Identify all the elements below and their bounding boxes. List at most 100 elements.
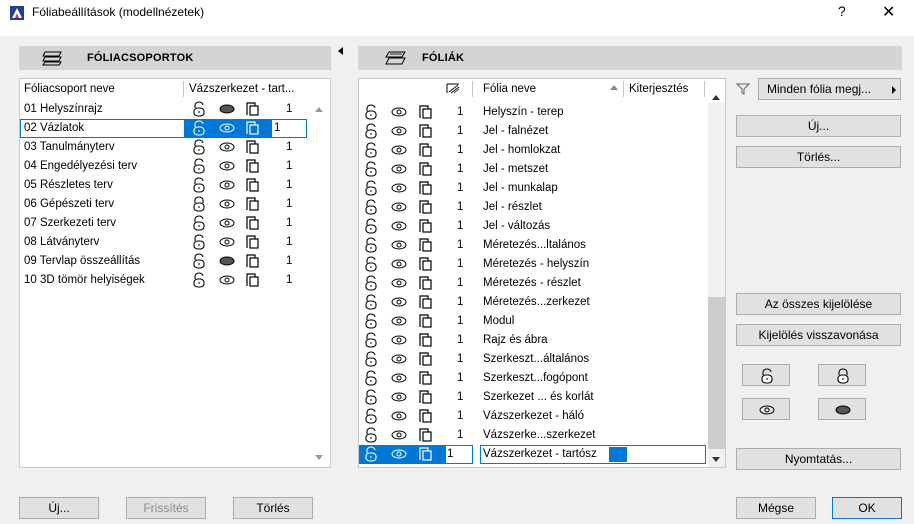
- unlock-icon[interactable]: [364, 408, 378, 424]
- print-button[interactable]: Nyomtatás...: [736, 448, 901, 470]
- eye-icon[interactable]: [391, 314, 407, 328]
- eye-icon[interactable]: [219, 178, 235, 192]
- unlock-icon[interactable]: [364, 104, 378, 120]
- layer-document-icon[interactable]: [419, 371, 433, 385]
- cancel-button[interactable]: Mégse: [736, 497, 816, 519]
- ok-button[interactable]: OK: [832, 497, 902, 519]
- unlock-icon[interactable]: [364, 313, 378, 329]
- eye-icon[interactable]: [391, 257, 407, 271]
- new-combination-button[interactable]: Új...: [19, 497, 99, 519]
- layer-document-icon[interactable]: [246, 178, 260, 192]
- layer-document-icon[interactable]: [246, 197, 260, 211]
- layer-document-icon[interactable]: [246, 102, 260, 116]
- unlock-icon[interactable]: [364, 237, 378, 253]
- layers-list[interactable]: Fólia neve Kiterjesztés 1 Helyszín - tere…: [358, 78, 726, 468]
- layer-document-icon[interactable]: [246, 140, 260, 154]
- deselect-all-button[interactable]: Kijelölés visszavonása: [736, 324, 901, 346]
- close-button[interactable]: ✕: [882, 2, 895, 22]
- scroll-up-icon[interactable]: [315, 107, 323, 112]
- unlock-all-button[interactable]: [742, 364, 790, 386]
- scroll-down-icon[interactable]: [712, 457, 720, 462]
- lock-all-button[interactable]: [818, 364, 866, 386]
- eye-icon[interactable]: [219, 140, 235, 154]
- unlock-icon[interactable]: [364, 446, 378, 462]
- hide-all-button[interactable]: [818, 398, 866, 420]
- unlock-icon[interactable]: [364, 427, 378, 443]
- layer-document-icon[interactable]: [419, 181, 433, 195]
- layers-scrollbar-thumb[interactable]: [708, 297, 725, 449]
- eye-icon[interactable]: [391, 428, 407, 442]
- layer-row[interactable]: 1 Jel - falnézet: [359, 122, 707, 141]
- layer-row[interactable]: 1 Szerkeszt...általános: [359, 350, 707, 369]
- delete-layer-button[interactable]: Törlés...: [736, 146, 901, 168]
- layer-document-icon[interactable]: [419, 352, 433, 366]
- layer-row[interactable]: 1 Méretezés - részlet: [359, 274, 707, 293]
- unlock-icon[interactable]: [364, 142, 378, 158]
- layer-document-icon[interactable]: [419, 428, 433, 442]
- combination-row[interactable]: 07 Szerkezeti terv 1: [20, 214, 332, 233]
- column-header-combination-name[interactable]: Fóliacsoport neve: [24, 83, 115, 95]
- eye-icon[interactable]: [391, 143, 407, 157]
- layer-document-icon[interactable]: [419, 295, 433, 309]
- layer-document-icon[interactable]: [246, 273, 260, 287]
- unlock-icon[interactable]: [192, 272, 206, 288]
- column-header-extension[interactable]: Kiterjesztés: [629, 83, 688, 95]
- layer-row[interactable]: 1 Jel - homlokzat: [359, 141, 707, 160]
- eye-icon[interactable]: [391, 124, 407, 138]
- collapse-arrow-icon[interactable]: [338, 47, 343, 55]
- delete-combination-button[interactable]: Törlés: [233, 497, 313, 519]
- layer-document-icon[interactable]: [419, 409, 433, 423]
- unlock-icon[interactable]: [192, 215, 206, 231]
- layer-document-icon[interactable]: [246, 254, 260, 268]
- eye-icon[interactable]: [391, 105, 407, 119]
- combination-row[interactable]: 03 Tanulmányterv 1: [20, 138, 332, 157]
- layer-document-icon[interactable]: [419, 105, 433, 119]
- unlock-icon[interactable]: [192, 253, 206, 269]
- combination-row[interactable]: 02 Vázlatok 1: [20, 119, 332, 138]
- unlock-icon[interactable]: [364, 123, 378, 139]
- layer-row[interactable]: 1 Modul: [359, 312, 707, 331]
- column-header-layer-name[interactable]: Fólia neve: [483, 83, 536, 95]
- eye-icon[interactable]: [391, 276, 407, 290]
- layer-document-icon[interactable]: [419, 257, 433, 271]
- layer-document-icon[interactable]: [419, 162, 433, 176]
- layer-row[interactable]: 1 Jel - részlet: [359, 198, 707, 217]
- combination-row[interactable]: 10 3D tömör helyiségek 1: [20, 271, 332, 290]
- unlock-icon[interactable]: [192, 139, 206, 155]
- show-all-button[interactable]: [742, 398, 790, 420]
- unlock-icon[interactable]: [364, 294, 378, 310]
- layer-document-icon[interactable]: [246, 159, 260, 173]
- eye-icon[interactable]: [391, 181, 407, 195]
- layer-combinations-list[interactable]: Fóliacsoport neve Vázszerkezet - tart...…: [19, 78, 331, 468]
- combination-row[interactable]: 05 Részletes terv 1: [20, 176, 332, 195]
- eye-icon[interactable]: [391, 333, 407, 347]
- eye-hidden-icon[interactable]: [219, 254, 235, 268]
- combination-row[interactable]: 08 Látványterv 1: [20, 233, 332, 252]
- layer-document-icon[interactable]: [419, 200, 433, 214]
- unlock-icon[interactable]: [364, 351, 378, 367]
- layer-row[interactable]: 1 Méretezés...ltalános: [359, 236, 707, 255]
- unlock-icon[interactable]: [364, 370, 378, 386]
- layer-document-icon[interactable]: [419, 390, 433, 404]
- layer-row[interactable]: 1 Vázszerkezet - tartósz: [359, 445, 707, 464]
- eye-hidden-icon[interactable]: [219, 102, 235, 116]
- eye-icon[interactable]: [391, 295, 407, 309]
- eye-icon[interactable]: [391, 447, 407, 461]
- eye-icon[interactable]: [391, 200, 407, 214]
- eye-icon[interactable]: [391, 352, 407, 366]
- unlock-icon[interactable]: [364, 218, 378, 234]
- eye-icon[interactable]: [219, 216, 235, 230]
- eye-icon[interactable]: [219, 273, 235, 287]
- unlock-icon[interactable]: [364, 389, 378, 405]
- layer-row[interactable]: 1 Méretezés - helyszín: [359, 255, 707, 274]
- unlock-icon[interactable]: [192, 101, 206, 117]
- layer-document-icon[interactable]: [419, 219, 433, 233]
- layer-row[interactable]: 1 Vázszerke...szerkezet: [359, 426, 707, 445]
- layer-row[interactable]: 1 Rajz és ábra: [359, 331, 707, 350]
- layer-document-icon[interactable]: [419, 124, 433, 138]
- new-layer-button[interactable]: Új...: [736, 115, 901, 137]
- layer-document-icon[interactable]: [246, 216, 260, 230]
- eye-icon[interactable]: [391, 219, 407, 233]
- combination-row[interactable]: 01 Helyszínrajz 1: [20, 100, 332, 119]
- layer-filter[interactable]: Minden fólia megj...: [736, 78, 901, 100]
